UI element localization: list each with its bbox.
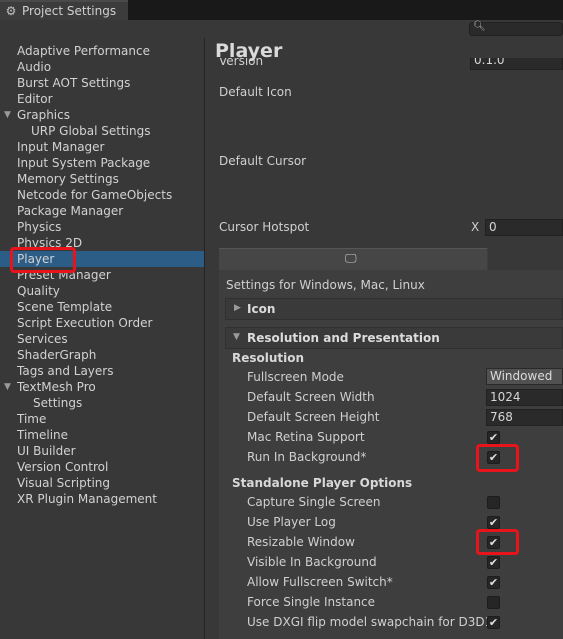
resolution-foldout-label: Resolution and Presentation (247, 331, 440, 345)
sidebar-item-timeline[interactable]: Timeline (17, 427, 68, 443)
sidebar-item-package-manager[interactable]: Package Manager (17, 203, 123, 219)
window-title: Project Settings (22, 4, 117, 18)
run-in-background-highlight-box (476, 444, 519, 472)
use-player-log-label: Use Player Log (247, 515, 336, 529)
cursor-hotspot-x-label: X (471, 220, 480, 234)
sidebar-item-services[interactable]: Services (17, 331, 68, 347)
sidebar-item-graphics[interactable]: Graphics (17, 107, 70, 123)
sidebar-item-input-system-package[interactable]: Input System Package (17, 155, 150, 171)
fullscreen-mode-dropdown[interactable]: Windowed (486, 368, 563, 385)
fullscreen-mode-label: Fullscreen Mode (247, 370, 344, 384)
sidebar-item-audio[interactable]: Audio (17, 59, 51, 75)
force-single-instance-checkbox[interactable] (487, 596, 500, 609)
sidebar-item-burst-aot-settings[interactable]: Burst AOT Settings (17, 75, 130, 91)
default-screen-height-label: Default Screen Height (247, 410, 380, 424)
use-player-log-checkbox[interactable]: ✔ (487, 516, 500, 529)
platform-settings-label: Settings for Windows, Mac, Linux (226, 278, 425, 292)
sidebar-item-input-manager[interactable]: Input Manager (17, 139, 105, 155)
sidebar-item-urp-global-settings[interactable]: URP Global Settings (31, 123, 150, 139)
mac-retina-support-checkbox[interactable]: ✔ (487, 431, 500, 444)
search-icon: 🔍︎ (473, 21, 486, 32)
player-highlight-box (10, 247, 76, 273)
sidebar-item-tags-and-layers[interactable]: Tags and Layers (17, 363, 113, 379)
sidebar-item-editor[interactable]: Editor (17, 91, 53, 107)
cursor-hotspot-x-field[interactable]: 0 (485, 219, 563, 236)
sidebar-item-xr-plugin-management[interactable]: XR Plugin Management (17, 491, 157, 507)
collapsed-arrow-icon: ▶ (234, 303, 241, 313)
capture-single-screen-checkbox[interactable] (487, 496, 500, 509)
sidebar-item-scene-template[interactable]: Scene Template (17, 299, 112, 315)
graphics-expand-icon[interactable]: ▼ (4, 107, 14, 123)
search-input[interactable]: 🔍︎ (469, 21, 563, 36)
resolution-header: Resolution (232, 351, 305, 365)
sidebar-item-memory-settings[interactable]: Memory Settings (17, 171, 119, 187)
sidebar-item-netcode[interactable]: Netcode for GameObjects (17, 187, 172, 203)
gear-icon: ⚙ (5, 4, 17, 18)
standalone-player-options-header: Standalone Player Options (232, 476, 413, 490)
sidebar-item-textmesh-settings[interactable]: Settings (33, 395, 82, 411)
icon-foldout-label: Icon (247, 302, 276, 316)
allow-fullscreen-switch-label: Allow Fullscreen Switch* (247, 575, 393, 589)
page-title: Player (215, 40, 283, 62)
sidebar-item-time[interactable]: Time (17, 411, 46, 427)
default-icon-label: Default Icon (219, 85, 292, 99)
sidebar-item-version-control[interactable]: Version Control (17, 459, 108, 475)
mac-retina-support-label: Mac Retina Support (247, 430, 365, 444)
resizable-window-highlight-box (476, 529, 519, 555)
sidebar-item-adaptive-performance[interactable]: Adaptive Performance (17, 43, 150, 59)
capture-single-screen-label: Capture Single Screen (247, 495, 381, 509)
resizable-window-label: Resizable Window (247, 535, 355, 549)
sidebar-item-shadergraph[interactable]: ShaderGraph (17, 347, 96, 363)
default-screen-height-field[interactable]: 768 (486, 409, 563, 426)
tab-other-platform[interactable] (488, 248, 563, 270)
sidebar-item-visual-scripting[interactable]: Visual Scripting (17, 475, 110, 491)
sidebar-item-quality[interactable]: Quality (17, 283, 60, 299)
project-settings-tab[interactable]: ⚙ Project Settings (0, 0, 128, 20)
use-dxgi-flip-model-label: Use DXGI flip model swapchain for D3D11 (247, 615, 500, 629)
sidebar-item-physics[interactable]: Physics (17, 219, 61, 235)
monitor-icon: 🖵︎ (345, 251, 357, 265)
sidebar-item-ui-builder[interactable]: UI Builder (17, 443, 76, 459)
expanded-arrow-icon: ▼ (233, 332, 240, 342)
use-dxgi-flip-model-checkbox[interactable]: ✔ (487, 616, 500, 629)
default-screen-width-label: Default Screen Width (247, 390, 375, 404)
default-screen-width-field[interactable]: 1024 (486, 389, 563, 406)
sidebar-item-textmesh-pro[interactable]: TextMesh Pro (17, 379, 96, 395)
default-cursor-label: Default Cursor (219, 154, 307, 168)
icon-foldout[interactable] (225, 298, 563, 320)
visible-in-background-checkbox[interactable]: ✔ (487, 556, 500, 569)
run-in-background-label: Run In Background* (247, 450, 367, 464)
textmesh-pro-expand-icon[interactable]: ▼ (4, 379, 14, 395)
sidebar-item-script-execution-order[interactable]: Script Execution Order (17, 315, 152, 331)
visible-in-background-label: Visible In Background (247, 555, 377, 569)
cursor-hotspot-label: Cursor Hotspot (219, 220, 310, 234)
version-field[interactable]: 0.1.0 (470, 58, 563, 70)
force-single-instance-label: Force Single Instance (247, 595, 376, 609)
allow-fullscreen-switch-checkbox[interactable]: ✔ (487, 576, 500, 589)
